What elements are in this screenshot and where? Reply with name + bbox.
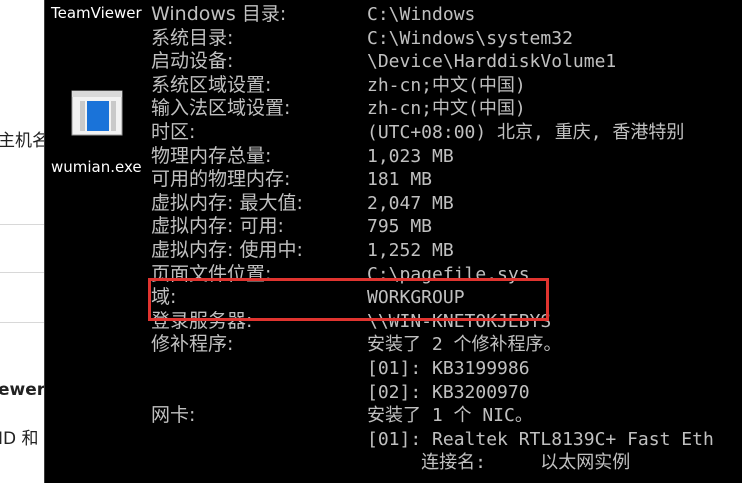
console-value: [02]: KB3200970 bbox=[367, 382, 530, 403]
console-value: C:\Windows bbox=[367, 4, 476, 25]
console-value: zh-cn;中文(中国) bbox=[367, 98, 526, 119]
exe-filename-label[interactable]: wumian.exe bbox=[51, 158, 142, 176]
console-value: 连接名: 以太网实例 bbox=[367, 452, 631, 473]
console-label: 系统目录: bbox=[151, 27, 234, 49]
hostname-label-fragment: 主机名 bbox=[0, 131, 44, 151]
console-label: Windows 目录: bbox=[151, 3, 287, 25]
divider bbox=[0, 322, 44, 323]
console-label: 网卡: bbox=[151, 404, 196, 426]
console-label: 修补程序: bbox=[151, 333, 234, 355]
console-value: \Device\HarddiskVolume1 bbox=[367, 51, 617, 72]
id-label-fragment: ID 和 bbox=[0, 429, 39, 449]
console-value: [01]: Realtek RTL8139C+ Fast Eth bbox=[367, 429, 714, 450]
console-value: 安装了 1 个 NIC。 bbox=[367, 405, 533, 426]
console-label: 物理内存总量: bbox=[151, 145, 272, 167]
highlight-box bbox=[148, 278, 549, 321]
teamviewer-heading-fragment: ewer bbox=[0, 380, 44, 400]
background-app-panel: 主机名 ewer ID 和 bbox=[0, 0, 44, 483]
console-value: 795 MB bbox=[367, 216, 433, 237]
divider bbox=[0, 272, 44, 273]
console-value: 181 MB bbox=[367, 169, 433, 190]
console-label: 启动设备: bbox=[151, 50, 234, 72]
desktop: TeamViewer wumian.exe bbox=[44, 0, 149, 483]
console-label: 虚拟内存: 最大值: bbox=[151, 192, 303, 214]
divider bbox=[0, 224, 44, 225]
console-value: C:\Windows\system32 bbox=[367, 28, 573, 49]
console-label: 系统区域设置: bbox=[151, 74, 272, 96]
console-label: 时区: bbox=[151, 121, 196, 143]
console-label: 虚拟内存: 使用中: bbox=[151, 239, 303, 261]
console-value: 安装了 2 个修补程序。 bbox=[367, 334, 562, 355]
console-label: 虚拟内存: 可用: bbox=[151, 215, 284, 237]
console-value: [01]: KB3199986 bbox=[367, 358, 530, 379]
console-label: 输入法区域设置: bbox=[151, 97, 291, 119]
console-window[interactable]: Windows 目录: C:\Windows 系统目录: C:\Windows\sys… bbox=[148, 0, 742, 483]
teamviewer-window-title[interactable]: TeamViewer bbox=[51, 4, 142, 22]
console-value: (UTC+08:00) 北京, 重庆, 香港特别 bbox=[367, 122, 685, 143]
console-value: 2,047 MB bbox=[367, 193, 454, 214]
console-value: zh-cn;中文(中国) bbox=[367, 75, 526, 96]
exe-window-icon[interactable] bbox=[71, 88, 123, 140]
console-value: 1,023 MB bbox=[367, 146, 454, 167]
console-value: 1,252 MB bbox=[367, 240, 454, 261]
console-label: 可用的物理内存: bbox=[151, 168, 291, 190]
